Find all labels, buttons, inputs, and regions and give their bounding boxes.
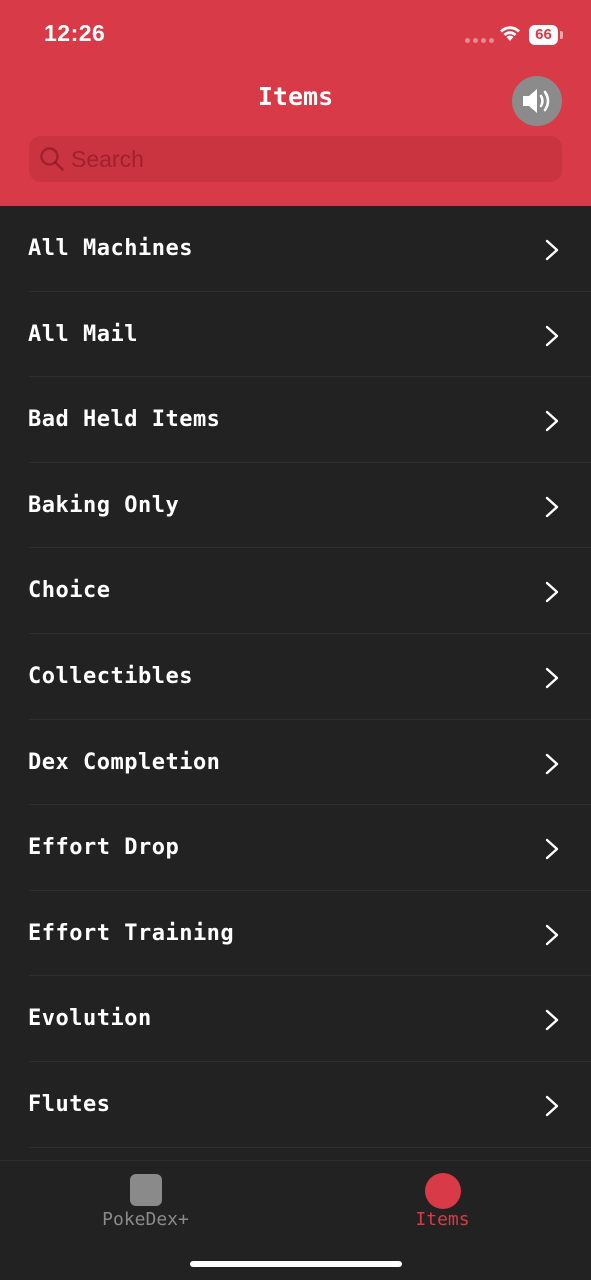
navigation-header: 12:26 66 Items [0, 0, 591, 206]
list-item-label: Flutes [28, 1091, 111, 1117]
search-bar[interactable] [29, 136, 562, 182]
chevron-right-icon [545, 1010, 559, 1031]
chevron-right-icon [545, 1095, 559, 1117]
list-item-label: Evolution [28, 1006, 152, 1032]
chevron-right-icon [545, 838, 559, 860]
cellular-signal-icon [465, 38, 494, 43]
list-item[interactable]: All Mail [0, 292, 591, 378]
battery-icon: 66 [529, 25, 563, 45]
chevron-right-icon [545, 667, 559, 689]
list-item[interactable]: Effort Drop [0, 805, 591, 891]
sound-toggle-button[interactable] [512, 76, 562, 126]
status-time: 12:26 [44, 20, 106, 46]
chevron-right-icon [545, 325, 559, 346]
list-item[interactable]: Flutes [0, 1062, 591, 1148]
wifi-icon [498, 24, 522, 46]
chevron-right-icon [545, 753, 559, 774]
list-item-label: Baking Only [28, 492, 180, 518]
tab-items[interactable]: Items [295, 1161, 590, 1251]
tab-label: PokeDex+ [102, 1209, 189, 1230]
speaker-volume-icon [523, 89, 550, 113]
page-title: Items [257, 82, 334, 111]
items-tab-icon [425, 1173, 461, 1209]
chevron-right-icon [545, 924, 559, 945]
list-item[interactable]: Bad Held Items [0, 377, 591, 463]
list-item-label: Effort Drop [28, 835, 180, 861]
list-item[interactable]: Choice [0, 548, 591, 634]
list-item-label: Bad Held Items [28, 407, 221, 433]
list-item[interactable]: All Machines [0, 206, 591, 292]
search-icon [40, 147, 64, 171]
chevron-right-icon [545, 239, 559, 261]
chevron-right-icon [545, 582, 559, 603]
home-indicator[interactable] [190, 1261, 402, 1267]
tab-label: Items [415, 1209, 470, 1230]
list-item-label: Collectibles [28, 663, 193, 689]
list-item-label: Choice [28, 578, 111, 604]
list-item-label: All Machines [28, 236, 193, 261]
item-category-list: All Machines All Mail Bad Held Items Baking… [0, 206, 591, 1160]
chevron-right-icon [545, 496, 559, 517]
list-item[interactable]: Evolution [0, 976, 591, 1062]
search-input[interactable] [71, 136, 551, 182]
list-item[interactable]: Effort Training [0, 891, 591, 977]
list-item[interactable]: Dex Completion [0, 720, 591, 806]
list-item-label: Dex Completion [28, 749, 221, 775]
list-item-label: All Mail [28, 321, 138, 347]
chevron-right-icon [545, 410, 559, 432]
pokedex-tab-icon [130, 1174, 162, 1206]
list-item[interactable]: Baking Only [0, 463, 591, 549]
tab-pokedex[interactable]: PokeDex+ [0, 1161, 295, 1251]
list-item-label: Effort Training [28, 920, 235, 946]
battery-level: 66 [529, 25, 558, 45]
list-item[interactable]: Collectibles [0, 634, 591, 720]
